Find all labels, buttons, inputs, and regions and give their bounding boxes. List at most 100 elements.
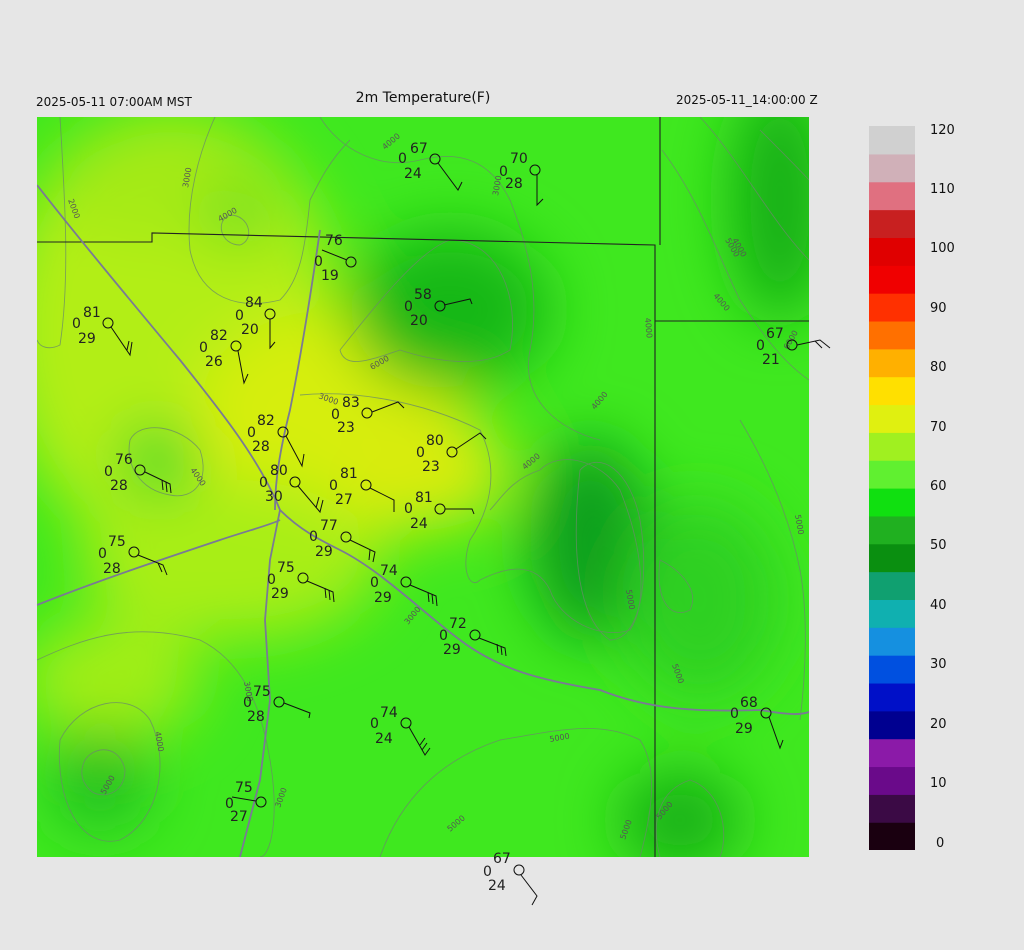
colorbar-label: 50	[930, 538, 947, 553]
station-dewpoint: 29	[443, 642, 461, 658]
station-precip: 0	[98, 546, 107, 562]
contour-label: 4000	[643, 317, 654, 338]
colorbar-band	[869, 404, 915, 433]
station-plot: 67024	[483, 851, 538, 906]
station-precip: 0	[370, 575, 379, 591]
station-dewpoint: 26	[205, 354, 223, 370]
station-temp: 81	[83, 305, 101, 321]
station-temp: 72	[449, 616, 467, 632]
colorbar-label: 0	[936, 836, 945, 851]
station-dewpoint: 24	[404, 166, 422, 182]
colorbar-band	[869, 599, 915, 628]
colorbar-label: 10	[930, 776, 947, 791]
station-temp: 68	[740, 695, 758, 711]
station-dewpoint: 20	[410, 313, 428, 329]
station-dewpoint: 28	[505, 176, 523, 192]
colorbar-band	[869, 515, 915, 545]
station-temp: 67	[410, 141, 428, 157]
station-dewpoint: 29	[374, 590, 392, 606]
station-temp: 80	[270, 463, 288, 479]
station-temp: 75	[235, 780, 253, 796]
colorbar-band	[869, 237, 915, 266]
colorbar-band	[869, 209, 915, 238]
colorbar-band	[869, 794, 915, 823]
station-temp: 75	[253, 684, 271, 700]
colorbar-band	[869, 655, 915, 684]
colorbar-band	[869, 738, 915, 768]
station-precip: 0	[370, 716, 379, 732]
station-temp: 83	[342, 395, 360, 411]
station-temp: 67	[766, 326, 784, 342]
station-dewpoint: 23	[337, 420, 355, 436]
station-dewpoint: 29	[735, 721, 753, 737]
colorbar-band	[869, 153, 915, 183]
colorbar-band	[869, 571, 915, 600]
station-temp: 80	[426, 433, 444, 449]
station-dewpoint: 29	[315, 544, 333, 560]
station-dewpoint: 28	[110, 478, 128, 494]
colorbar-band	[869, 376, 915, 406]
station-dewpoint: 27	[230, 809, 248, 825]
station-temp: 74	[380, 705, 398, 721]
colorbar-band	[869, 766, 915, 795]
temperature-colorbar	[869, 126, 915, 850]
colorbar-band	[869, 181, 915, 211]
station-precip: 0	[404, 501, 413, 517]
station-temp: 84	[245, 295, 263, 311]
colorbar-band	[869, 320, 915, 350]
temperature-field	[37, 117, 809, 857]
colorbar-label: 40	[930, 598, 947, 613]
station-dewpoint: 23	[422, 459, 440, 475]
station-dewpoint: 29	[271, 586, 289, 602]
station-temp: 70	[510, 151, 528, 167]
station-precip: 0	[72, 316, 81, 332]
station-precip: 0	[730, 706, 739, 722]
colorbar-label: 70	[930, 420, 947, 435]
station-dewpoint: 24	[375, 731, 393, 747]
station-dewpoint: 19	[321, 268, 339, 284]
station-temp: 76	[325, 233, 343, 249]
colorbar-label: 20	[930, 717, 947, 732]
colorbar-label: 90	[930, 301, 947, 316]
station-temp: 67	[493, 851, 511, 867]
station-dewpoint: 21	[762, 352, 780, 368]
colorbar-band	[869, 543, 915, 573]
colorbar-label: 100	[930, 241, 955, 256]
colorbar-band	[869, 348, 915, 378]
colorbar-label: 120	[930, 123, 955, 138]
station-dewpoint: 24	[488, 878, 506, 894]
station-temp: 75	[108, 534, 126, 550]
colorbar-band	[869, 460, 915, 489]
colorbar-band	[869, 432, 915, 461]
station-temp: 82	[257, 413, 275, 429]
colorbar-band	[869, 293, 915, 322]
station-temp: 76	[115, 452, 133, 468]
station-temp: 75	[277, 560, 295, 576]
station-temp: 58	[414, 287, 432, 303]
station-temp: 77	[320, 518, 338, 534]
station-temp: 82	[210, 328, 228, 344]
station-dewpoint: 30	[265, 489, 283, 505]
station-precip: 0	[309, 529, 318, 545]
colorbar-band	[869, 265, 915, 294]
station-temp: 81	[340, 466, 358, 482]
station-precip: 0	[398, 151, 407, 167]
colorbar-label: 30	[930, 657, 947, 672]
colorbar-band	[869, 822, 915, 850]
colorbar-band	[869, 627, 915, 656]
colorbar-band	[869, 682, 915, 712]
station-dewpoint: 28	[252, 439, 270, 455]
colorbar-label: 80	[930, 360, 947, 375]
colorbar-label: 60	[930, 479, 947, 494]
colorbar-band	[869, 710, 915, 740]
station-dewpoint: 27	[335, 492, 353, 508]
station-temp: 74	[380, 563, 398, 579]
station-temp: 81	[415, 490, 433, 506]
colorbar-band	[869, 126, 915, 155]
colorbar-label: 110	[930, 182, 955, 197]
station-dewpoint: 29	[78, 331, 96, 347]
station-dewpoint: 28	[103, 561, 121, 577]
station-dewpoint: 20	[241, 322, 259, 338]
station-dewpoint: 24	[410, 516, 428, 532]
colorbar-band	[869, 488, 915, 517]
